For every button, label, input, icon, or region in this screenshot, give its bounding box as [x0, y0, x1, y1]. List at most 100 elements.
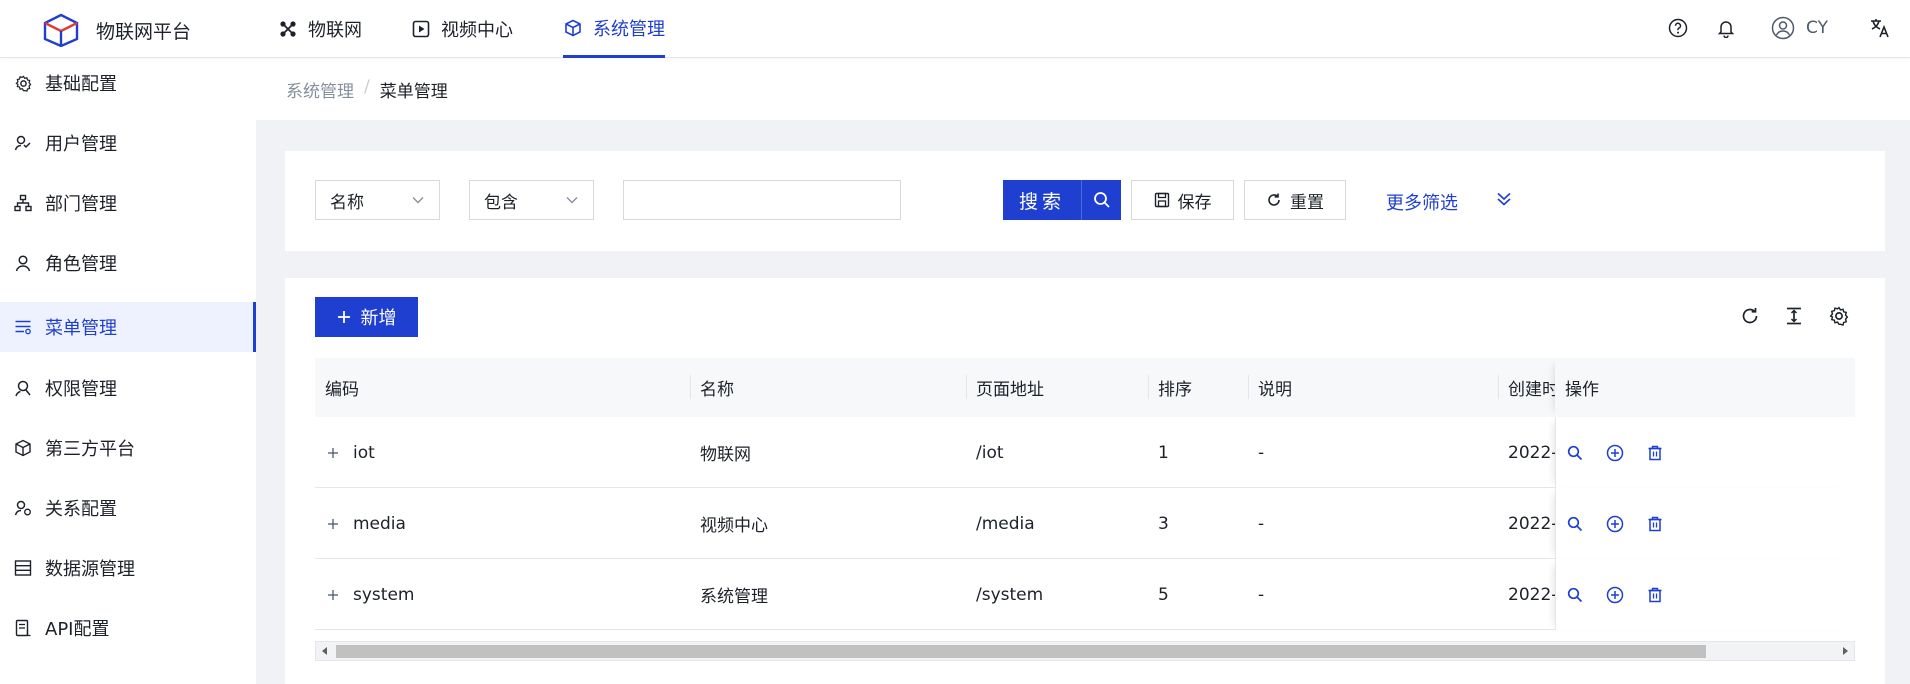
sidebar-item-label: 角色管理 [45, 254, 117, 275]
col-header-sort[interactable]: 排序 [1148, 358, 1248, 417]
users-icon [14, 134, 32, 152]
help-icon[interactable] [1666, 16, 1690, 40]
table-row[interactable]: system 系统管理 /system 5 - 2022-0 [315, 559, 1855, 630]
sidebar-item-label: 部门管理 [45, 194, 117, 215]
delete-trash-icon[interactable] [1646, 444, 1664, 462]
filter-value-input[interactable] [623, 180, 901, 220]
sidebar-item-departments[interactable]: 部门管理 [0, 178, 256, 228]
sidebar-item-permissions[interactable]: 权限管理 [0, 363, 256, 413]
cell-sort: 3 [1158, 513, 1169, 534]
cell-url: /media [976, 513, 1035, 534]
breadcrumb: 系统管理 / 菜单管理 [286, 77, 448, 102]
sidebar-item-third-party[interactable]: 第三方平台 [0, 423, 256, 473]
sidebar-item-menus[interactable]: 菜单管理 [0, 302, 256, 352]
plus-icon [337, 311, 350, 323]
double-chevron-down-icon[interactable] [1495, 190, 1513, 208]
cell-code-text: system [353, 584, 415, 605]
view-search-icon[interactable] [1566, 444, 1584, 462]
col-header-created[interactable]: 创建时 [1498, 358, 1555, 417]
menu-list-icon [14, 318, 32, 336]
more-filters-link[interactable]: 更多筛选 [1386, 189, 1458, 215]
table-panel: 新增 编码 名称 页面地址 排序 说明 创建时 操作 iot 物联网 /iot … [285, 278, 1885, 684]
add-button[interactable]: 新增 [315, 297, 418, 337]
sidebar-item-relations[interactable]: 关系配置 [0, 483, 256, 533]
cell-url: /iot [976, 442, 1004, 463]
expand-plus-icon[interactable] [325, 445, 341, 461]
sidebar-item-roles[interactable]: 角色管理 [0, 238, 256, 288]
reset-button-label: 重置 [1290, 192, 1324, 213]
col-header-desc[interactable]: 说明 [1248, 358, 1498, 417]
settings-gear-icon[interactable] [1827, 304, 1851, 328]
cell-desc: - [1258, 442, 1265, 463]
delete-trash-icon[interactable] [1646, 515, 1664, 533]
view-search-icon[interactable] [1566, 586, 1584, 604]
cell-actions [1555, 559, 1855, 630]
cell-name: 系统管理 [700, 587, 768, 607]
field-select[interactable]: 名称 [315, 180, 440, 220]
scroll-left-arrow-icon[interactable] [320, 646, 330, 656]
breadcrumb-parent[interactable]: 系统管理 [286, 77, 354, 102]
scroll-right-arrow-icon[interactable] [1840, 646, 1850, 656]
sidebar-item-basic-config[interactable]: 基础配置 [0, 58, 256, 108]
search-button-label: 搜索 [1003, 180, 1081, 220]
cell-code: iot [315, 417, 690, 488]
iot-nodes-icon [278, 19, 298, 39]
nav-video[interactable]: 视频中心 [411, 0, 513, 58]
column-height-icon[interactable] [1782, 304, 1806, 328]
add-child-icon[interactable] [1606, 444, 1624, 462]
reset-button[interactable]: 重置 [1244, 180, 1346, 220]
user-avatar-icon[interactable] [1770, 15, 1796, 41]
nav-iot[interactable]: 物联网 [278, 0, 362, 58]
system-cube-icon [563, 18, 583, 38]
expand-plus-icon[interactable] [325, 516, 341, 532]
add-button-label: 新增 [360, 308, 397, 329]
add-child-icon[interactable] [1606, 515, 1624, 533]
filter-panel: 名称 包含 搜索 保存 重置 更多筛选 [285, 151, 1885, 251]
chevron-down-icon [566, 197, 578, 204]
cell-actions [1555, 488, 1855, 559]
nav-system-label: 系统管理 [593, 18, 665, 40]
sidebar-item-users[interactable]: 用户管理 [0, 118, 256, 168]
save-button-label: 保存 [1177, 192, 1212, 213]
operator-select[interactable]: 包含 [469, 180, 594, 220]
cell-code: system [315, 559, 690, 630]
col-header-url[interactable]: 页面地址 [966, 358, 1148, 417]
refresh-icon[interactable] [1738, 304, 1762, 328]
user-name[interactable]: CY [1806, 18, 1828, 38]
scrollbar-thumb[interactable] [336, 645, 1706, 658]
cell-sort: 1 [1158, 442, 1169, 463]
col-header-name[interactable]: 名称 [690, 358, 966, 417]
bell-icon[interactable] [1714, 16, 1738, 40]
sidebar-item-label: 基础配置 [45, 74, 117, 95]
sidebar-item-label: 权限管理 [45, 379, 117, 400]
sidebar-item-label: 用户管理 [45, 134, 117, 155]
cell-desc: - [1258, 584, 1265, 605]
sidebar-item-api[interactable]: API配置 [0, 603, 256, 653]
database-icon [14, 559, 32, 577]
breadcrumb-current: 菜单管理 [379, 82, 448, 102]
top-header: 物联网平台 物联网 视频中心 系统管理 CY [0, 0, 1910, 58]
sidebar: 基础配置 用户管理 部门管理 角色管理 菜单管理 权限管理 第三方平台 关系配置… [0, 58, 256, 684]
table-row[interactable]: media 视频中心 /media 3 - 2022-0 [315, 488, 1855, 559]
table-row[interactable]: iot 物联网 /iot 1 - 2022-0 [315, 417, 1855, 488]
search-icon [1081, 180, 1121, 220]
nav-system[interactable]: 系统管理 [563, 0, 665, 58]
search-button[interactable]: 搜索 [1003, 180, 1121, 220]
view-search-icon[interactable] [1566, 515, 1584, 533]
cell-code: media [315, 488, 690, 559]
add-child-icon[interactable] [1606, 586, 1624, 604]
expand-plus-icon[interactable] [325, 587, 341, 603]
sidebar-item-label: 第三方平台 [45, 439, 135, 460]
col-header-code[interactable]: 编码 [315, 358, 690, 417]
relation-icon [14, 499, 32, 517]
horizontal-scrollbar[interactable] [315, 641, 1855, 661]
translate-icon[interactable] [1868, 16, 1892, 40]
sidebar-item-datasource[interactable]: 数据源管理 [0, 543, 256, 593]
reset-icon [1268, 193, 1280, 206]
cell-sort: 5 [1158, 584, 1169, 605]
key-person-icon [14, 379, 32, 397]
cube-logo-icon[interactable] [42, 13, 80, 47]
delete-trash-icon[interactable] [1646, 586, 1664, 604]
operator-select-value: 包含 [484, 192, 518, 213]
save-button[interactable]: 保存 [1131, 180, 1234, 220]
